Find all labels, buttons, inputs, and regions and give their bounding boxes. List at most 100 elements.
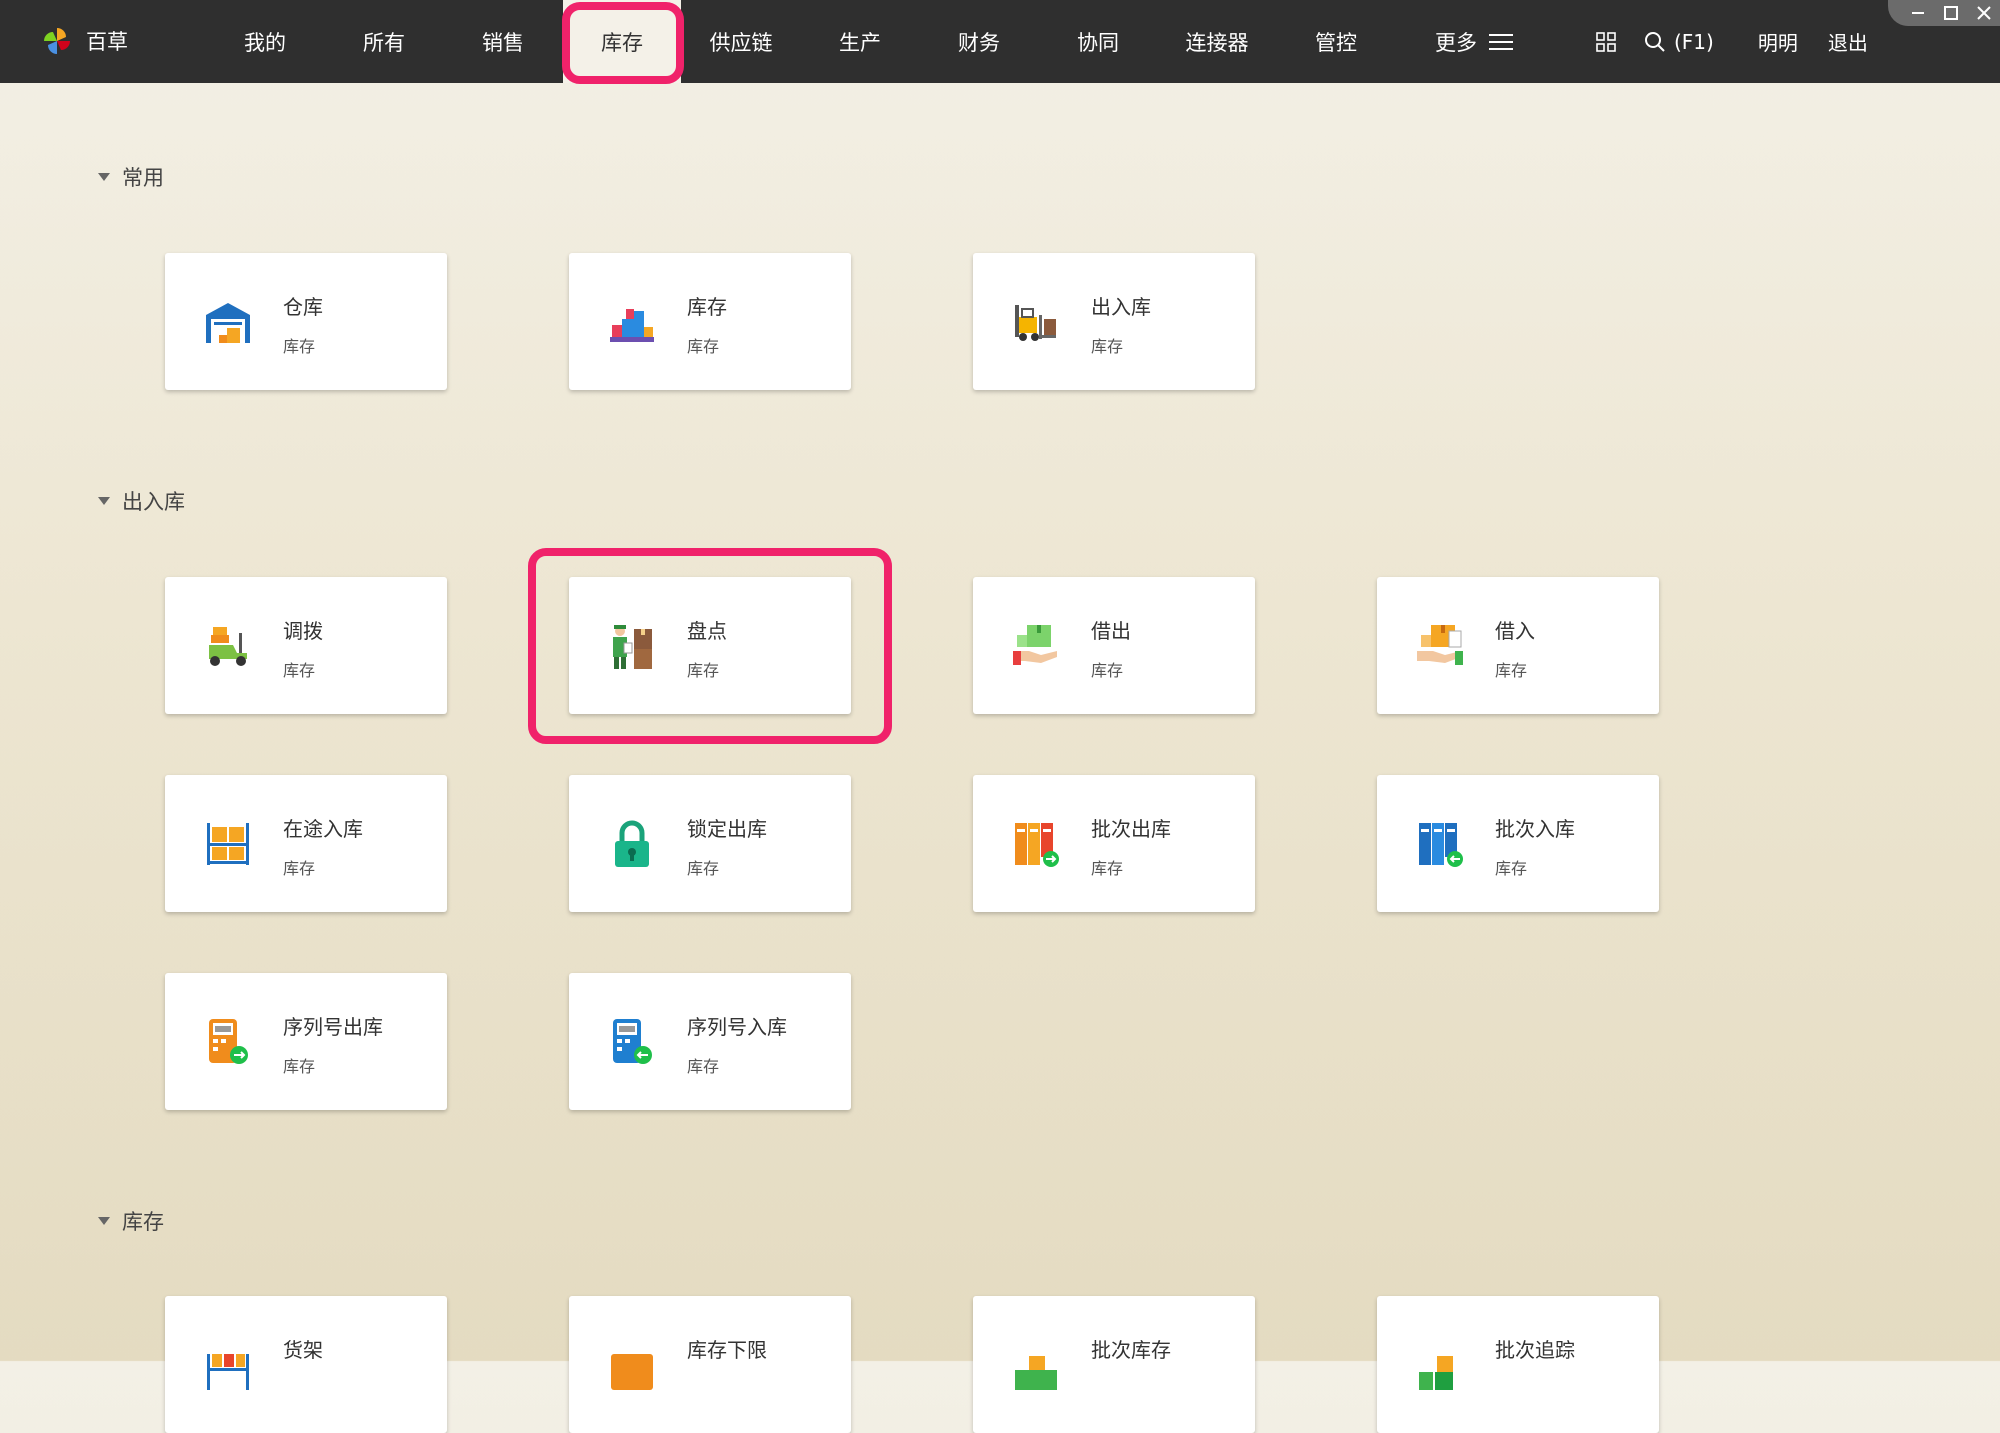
section-stock-header[interactable]: 库存 xyxy=(98,1206,164,1236)
card-batch-stock[interactable]: 批次库存 xyxy=(973,1296,1255,1433)
nav-tab-supply-chain[interactable]: 供应链 xyxy=(682,0,800,83)
card-title: 货架 xyxy=(283,1338,323,1362)
card-title: 批次库存 xyxy=(1091,1338,1171,1362)
card-title: 调拨 xyxy=(283,619,323,643)
card-title: 库存下限 xyxy=(687,1338,767,1362)
card-transfer[interactable]: 调拨 库存 xyxy=(165,577,447,714)
batch-out-icon xyxy=(1015,823,1059,867)
brand-name: 百草 xyxy=(86,30,128,54)
warehouse-icon xyxy=(206,303,250,343)
section-title: 出入库 xyxy=(122,490,185,514)
card-subtitle: 库存 xyxy=(687,661,720,680)
shelf-icon xyxy=(207,1354,249,1390)
card-warehouse[interactable]: 仓库 库存 xyxy=(165,253,447,390)
search-icon[interactable] xyxy=(1644,31,1666,53)
serial-scanner-in-icon xyxy=(613,1019,652,1064)
card-title: 序列号出库 xyxy=(283,1015,383,1039)
batch-in-icon xyxy=(1419,823,1463,867)
top-nav-bar: 百草 我的 所有 销售 库存 供应链 生产 财务 协同 连接器 管控 更多 (F… xyxy=(0,0,2000,83)
section-inout-header[interactable]: 出入库 xyxy=(98,486,185,516)
card-title: 批次出库 xyxy=(1091,817,1171,841)
nav-tab-inventory[interactable]: 库存 xyxy=(563,0,681,83)
stocktake-worker-icon xyxy=(613,625,652,669)
batch-stock-icon xyxy=(1015,1356,1057,1390)
lend-box-icon xyxy=(1013,625,1057,665)
card-in-out[interactable]: 出入库 库存 xyxy=(973,253,1255,390)
nav-tab-all[interactable]: 所有 xyxy=(325,0,443,83)
card-title: 批次入库 xyxy=(1495,817,1575,841)
card-title: 借出 xyxy=(1091,619,1131,643)
card-subtitle: 库存 xyxy=(1091,859,1124,878)
card-title: 出入库 xyxy=(1091,295,1151,319)
stacked-boxes-icon xyxy=(610,309,654,342)
card-stock-minimum[interactable]: 库存下限 xyxy=(569,1296,851,1433)
section-title: 常用 xyxy=(122,166,164,190)
search-shortcut-label[interactable]: (F1) xyxy=(1674,30,1714,54)
forklift-icon xyxy=(1015,305,1056,341)
maximize-icon[interactable] xyxy=(1940,3,1962,23)
card-serial-out[interactable]: 序列号出库 库存 xyxy=(165,973,447,1110)
card-title: 库存 xyxy=(687,295,727,319)
card-batch-in[interactable]: 批次入库 库存 xyxy=(1377,775,1659,912)
card-subtitle: 库存 xyxy=(1091,337,1124,356)
card-title: 在途入库 xyxy=(283,817,363,841)
hamburger-menu-icon xyxy=(1489,33,1513,50)
card-title: 盘点 xyxy=(687,619,727,643)
card-borrow-in[interactable]: 借入 库存 xyxy=(1377,577,1659,714)
card-subtitle: 库存 xyxy=(687,859,720,878)
logout-button[interactable]: 退出 xyxy=(1828,27,1868,56)
card-subtitle: 库存 xyxy=(283,661,316,680)
card-title: 借入 xyxy=(1495,619,1535,643)
nav-more-label: 更多 xyxy=(1435,30,1477,55)
toolbar-right: (F1) 明明 退出 xyxy=(1596,0,1868,83)
card-inventory[interactable]: 库存 库存 xyxy=(569,253,851,390)
delivery-scooter-icon xyxy=(209,627,247,666)
card-subtitle: 库存 xyxy=(687,1057,720,1076)
shelf-boxes-icon xyxy=(207,823,249,865)
card-subtitle: 库存 xyxy=(1495,661,1528,680)
nav-more-menu[interactable]: 更多 xyxy=(1410,0,1538,83)
card-subtitle: 库存 xyxy=(283,1057,316,1076)
card-title: 仓库 xyxy=(283,295,323,319)
batch-trace-icon xyxy=(1419,1356,1453,1390)
borrow-box-icon xyxy=(1417,625,1463,665)
nav-tab-finance[interactable]: 财务 xyxy=(920,0,1038,83)
user-name[interactable]: 明明 xyxy=(1758,27,1798,56)
lock-icon xyxy=(615,820,649,867)
card-shelf[interactable]: 货架 xyxy=(165,1296,447,1433)
card-in-transit-in[interactable]: 在途入库 库存 xyxy=(165,775,447,912)
window-controls xyxy=(1888,0,2000,26)
collapse-caret-icon xyxy=(98,173,110,181)
brand-logo[interactable]: 百草 xyxy=(42,26,128,56)
nav-tab-production[interactable]: 生产 xyxy=(801,0,919,83)
pinwheel-logo-icon xyxy=(44,28,70,54)
section-title: 库存 xyxy=(122,1210,164,1234)
card-subtitle: 库存 xyxy=(1091,661,1124,680)
card-subtitle: 库存 xyxy=(687,337,720,356)
nav-tab-connector[interactable]: 连接器 xyxy=(1158,0,1276,83)
card-subtitle: 库存 xyxy=(1495,859,1528,878)
close-icon[interactable] xyxy=(1973,3,1995,23)
grid-apps-icon[interactable] xyxy=(1596,31,1616,52)
card-title: 序列号入库 xyxy=(687,1015,787,1039)
nav-tab-sales[interactable]: 销售 xyxy=(444,0,562,83)
nav-tab-mine[interactable]: 我的 xyxy=(206,0,324,83)
card-batch-out[interactable]: 批次出库 库存 xyxy=(973,775,1255,912)
minimize-icon[interactable] xyxy=(1907,3,1929,23)
card-title: 批次追踪 xyxy=(1495,1338,1575,1362)
card-locked-out[interactable]: 锁定出库 库存 xyxy=(569,775,851,912)
box-icon xyxy=(611,1354,653,1390)
serial-scanner-out-icon xyxy=(209,1019,248,1064)
collapse-caret-icon xyxy=(98,1217,110,1225)
card-title: 锁定出库 xyxy=(687,817,767,841)
card-subtitle: 库存 xyxy=(283,859,316,878)
card-batch-trace[interactable]: 批次追踪 xyxy=(1377,1296,1659,1433)
card-stocktake[interactable]: 盘点 库存 xyxy=(569,577,851,714)
card-serial-in[interactable]: 序列号入库 库存 xyxy=(569,973,851,1110)
card-lend-out[interactable]: 借出 库存 xyxy=(973,577,1255,714)
collapse-caret-icon xyxy=(98,497,110,505)
nav-tab-collaboration[interactable]: 协同 xyxy=(1039,0,1157,83)
nav-tab-control[interactable]: 管控 xyxy=(1277,0,1395,83)
card-subtitle: 库存 xyxy=(283,337,316,356)
section-common-header[interactable]: 常用 xyxy=(98,162,164,192)
